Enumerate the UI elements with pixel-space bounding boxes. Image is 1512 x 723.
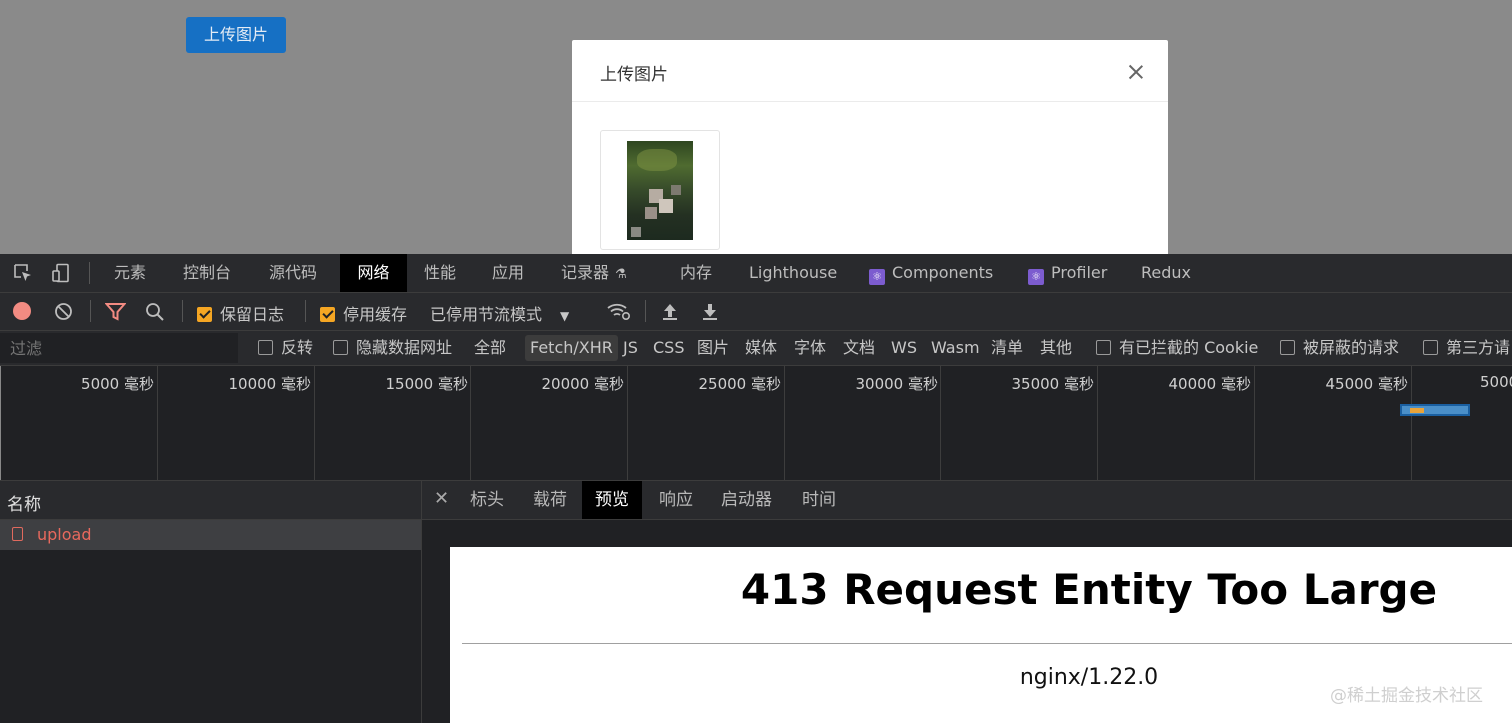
detail-tab-bar: ✕ 标头 载荷 预览 响应 启动器 时间 xyxy=(422,481,1512,520)
hide-data-urls-checkbox[interactable]: 隐藏数据网址 xyxy=(333,331,452,365)
type-filter-fetch-xhr[interactable]: Fetch/XHR xyxy=(525,335,618,361)
timeline-tick-label: 5000 xyxy=(1480,373,1512,391)
image-thumbnail-card[interactable] xyxy=(600,130,720,250)
tab-profiler[interactable]: ⚛ Profiler xyxy=(1028,254,1107,292)
inspect-element-icon[interactable] xyxy=(13,263,33,283)
disable-cache-checkbox[interactable]: 停用缓存 xyxy=(320,301,407,325)
tab-initiator[interactable]: 启动器 xyxy=(721,481,772,519)
document-icon xyxy=(12,527,23,541)
watermark: @稀土掘金技术社区 xyxy=(1330,686,1483,706)
type-filter-ws[interactable]: WS xyxy=(891,331,917,365)
checkbox-icon xyxy=(1096,340,1111,355)
type-filter-manifest[interactable]: 清单 xyxy=(991,331,1023,365)
device-toolbar-icon[interactable] xyxy=(51,263,71,283)
type-filter-img[interactable]: 图片 xyxy=(697,331,729,365)
checkbox-checked-icon xyxy=(320,307,335,322)
devtools-panel: 元素 控制台 源代码 网络 性能 应用 记录器 ⚗ 内存 Lighthouse ⚛… xyxy=(0,254,1512,723)
checkbox-checked-icon xyxy=(197,307,212,322)
type-filter-doc[interactable]: 文档 xyxy=(843,331,875,365)
close-icon[interactable]: ✕ xyxy=(434,488,449,509)
network-toolbar: 保留日志 停用缓存 已停用节流模式 ▼ xyxy=(0,293,1512,331)
react-icon: ⚛ xyxy=(869,269,885,285)
request-timing-bar xyxy=(1400,404,1470,416)
timeline-tick-label: 15000 毫秒 xyxy=(385,375,469,393)
type-filter-media[interactable]: 媒体 xyxy=(745,331,777,365)
tab-network[interactable]: 网络 xyxy=(340,254,407,292)
tab-console[interactable]: 控制台 xyxy=(183,254,231,292)
type-filter-other[interactable]: 其他 xyxy=(1040,331,1072,365)
network-conditions-icon[interactable] xyxy=(606,300,632,322)
tab-application[interactable]: 应用 xyxy=(492,254,524,292)
request-name: upload xyxy=(37,525,92,544)
clear-icon[interactable] xyxy=(54,302,73,321)
uploaded-image-thumbnail xyxy=(627,141,693,240)
react-icon: ⚛ xyxy=(1028,269,1044,285)
timeline-tick-label: 30000 毫秒 xyxy=(855,375,939,393)
record-icon[interactable] xyxy=(13,302,31,320)
tab-lighthouse[interactable]: Lighthouse xyxy=(749,254,837,292)
tab-memory[interactable]: 内存 xyxy=(680,254,712,292)
blocked-requests-checkbox[interactable]: 被屏蔽的请求 xyxy=(1280,331,1399,365)
tab-redux[interactable]: Redux xyxy=(1141,254,1191,292)
checkbox-icon xyxy=(1423,340,1438,355)
filter-icon[interactable] xyxy=(105,302,126,321)
checkbox-icon xyxy=(258,340,273,355)
search-icon[interactable] xyxy=(145,302,165,322)
modal-divider xyxy=(572,101,1168,102)
type-filter-font[interactable]: 字体 xyxy=(794,331,826,365)
tab-recorder[interactable]: 记录器 ⚗ xyxy=(561,254,627,292)
type-filter-css[interactable]: CSS xyxy=(653,331,684,365)
timeline-tick-label: 10000 毫秒 xyxy=(228,375,312,393)
filter-input[interactable] xyxy=(0,333,238,363)
type-filter-wasm[interactable]: Wasm xyxy=(931,331,980,365)
timeline-tick-label: 25000 毫秒 xyxy=(698,375,782,393)
close-icon[interactable] xyxy=(1123,60,1149,86)
tab-components[interactable]: ⚛ Components xyxy=(869,254,993,292)
timeline-tick-label: 45000 毫秒 xyxy=(1325,375,1409,393)
web-page: 上传图片 上传图片 xyxy=(0,0,1512,254)
invert-checkbox[interactable]: 反转 xyxy=(258,331,313,365)
timeline-overview[interactable]: 5000 毫秒 10000 毫秒 15000 毫秒 20000 毫秒 25000… xyxy=(0,366,1512,481)
timeline-tick-label: 20000 毫秒 xyxy=(541,375,625,393)
tab-headers[interactable]: 标头 xyxy=(470,481,504,519)
name-column-header[interactable]: 名称 xyxy=(0,481,421,520)
tab-sources[interactable]: 源代码 xyxy=(269,254,317,292)
filter-bar: 反转 隐藏数据网址 全部 Fetch/XHR JS CSS 图片 媒体 字体 文… xyxy=(0,331,1512,366)
error-heading: 413 Request Entity Too Large xyxy=(740,565,1438,614)
upload-modal: 上传图片 xyxy=(572,40,1168,254)
throttling-select[interactable]: 已停用节流模式 ▼ xyxy=(430,301,569,325)
tab-response[interactable]: 响应 xyxy=(659,481,693,519)
timeline-tick-label: 35000 毫秒 xyxy=(1011,375,1095,393)
tab-payload[interactable]: 载荷 xyxy=(533,481,567,519)
divider xyxy=(462,643,1512,644)
modal-title: 上传图片 xyxy=(600,65,668,85)
tab-timing[interactable]: 时间 xyxy=(802,481,836,519)
type-filter-js[interactable]: JS xyxy=(623,331,638,365)
preserve-log-checkbox[interactable]: 保留日志 xyxy=(197,301,284,325)
checkbox-icon xyxy=(333,340,348,355)
timeline-tick-label: 5000 毫秒 xyxy=(81,375,154,393)
type-filter-all[interactable]: 全部 xyxy=(474,331,506,365)
third-party-checkbox[interactable]: 第三方请 xyxy=(1423,331,1510,365)
request-row[interactable]: upload xyxy=(0,520,421,550)
tab-performance[interactable]: 性能 xyxy=(424,254,456,292)
timeline-tick-label: 40000 毫秒 xyxy=(1168,375,1252,393)
dropdown-arrow-icon: ▼ xyxy=(560,309,570,323)
export-har-icon[interactable] xyxy=(702,302,718,321)
tab-elements[interactable]: 元素 xyxy=(114,254,146,292)
tab-preview[interactable]: 预览 xyxy=(582,481,642,519)
upload-image-button[interactable]: 上传图片 xyxy=(186,17,286,53)
import-har-icon[interactable] xyxy=(662,302,678,321)
flask-icon: ⚗ xyxy=(615,267,627,282)
request-list: 名称 upload xyxy=(0,481,422,723)
checkbox-icon xyxy=(1280,340,1295,355)
blocked-cookies-checkbox[interactable]: 有已拦截的 Cookie xyxy=(1096,331,1258,365)
devtools-tab-bar: 元素 控制台 源代码 网络 性能 应用 记录器 ⚗ 内存 Lighthouse ⚛… xyxy=(0,254,1512,293)
